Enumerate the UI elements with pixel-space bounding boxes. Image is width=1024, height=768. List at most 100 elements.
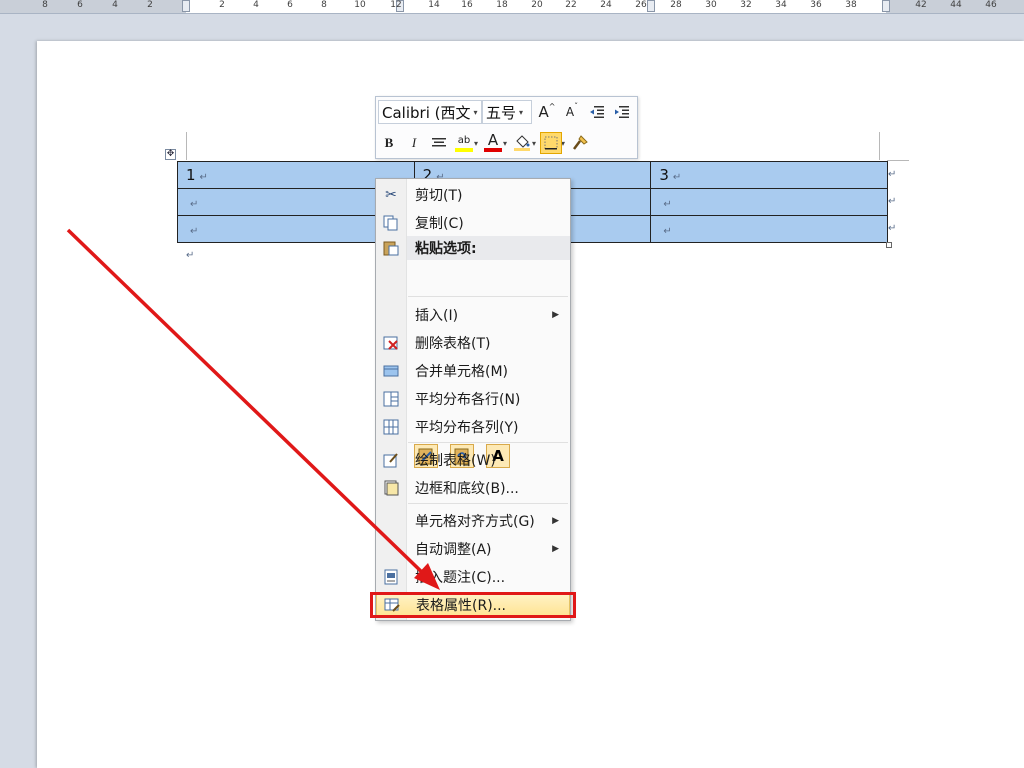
menu-item-insert-caption[interactable]: 插入题注(C)...: [376, 564, 570, 590]
menu-separator: [408, 503, 568, 504]
ruler-label: 24: [600, 0, 612, 10]
left-indent-marker[interactable]: [182, 0, 190, 12]
menu-item-merge-cells[interactable]: 合并单元格(M): [376, 358, 570, 384]
draw-table-icon: [383, 452, 399, 468]
ruler-label: 34: [775, 0, 787, 10]
ruler-label: 46: [985, 0, 997, 10]
menu-item-label: 自动调整(A): [415, 542, 492, 558]
menu-separator: [408, 296, 568, 297]
distribute-rows-icon: [383, 391, 399, 407]
format-painter-icon: [573, 135, 588, 150]
increase-indent-button[interactable]: [611, 101, 633, 123]
menu-item-label: 粘贴选项:: [415, 241, 477, 257]
shrink-font-icon: A: [565, 105, 575, 119]
caption-icon: [383, 569, 399, 585]
cell-end-mark: ↵: [190, 199, 199, 210]
menu-item-autofit[interactable]: 自动调整(A) ▶: [376, 536, 570, 562]
menu-item-label: 绘制表格(W): [415, 453, 496, 469]
font-color-bar: [484, 148, 503, 152]
crop-mark: [887, 160, 909, 161]
shrink-font-button[interactable]: Aˇ: [561, 101, 583, 123]
bold-button[interactable]: B: [378, 132, 400, 154]
right-indent-marker[interactable]: [882, 0, 890, 12]
cell-end-mark: ↵: [199, 172, 208, 183]
borders-icon: [544, 136, 558, 150]
ruler-label: 26: [635, 0, 647, 10]
menu-item-copy[interactable]: 复制(C): [376, 210, 570, 236]
ruler-label: 14: [428, 0, 440, 10]
borders-button[interactable]: [540, 132, 563, 154]
menu-item-cut[interactable]: ✂ 剪切(T): [376, 182, 570, 208]
row-end-mark: ↵: [888, 196, 897, 207]
table-cell[interactable]: ↵: [650, 188, 888, 216]
font-size-combobox[interactable]: 五号 ▾: [482, 100, 532, 124]
distribute-columns-icon: [383, 419, 399, 435]
ruler-label: 32: [740, 0, 752, 10]
font-name-value: Calibri (西文: [382, 103, 471, 122]
ruler-label: 12: [390, 0, 402, 10]
grow-font-button[interactable]: A ^: [536, 101, 558, 123]
menu-item-delete-table[interactable]: 删除表格(T): [376, 330, 570, 356]
font-name-combobox[interactable]: Calibri (西文 ▾: [378, 100, 482, 124]
paste-options-header: 粘贴选项:: [407, 236, 570, 260]
format-painter-button[interactable]: [569, 132, 591, 154]
bold-icon: B: [384, 135, 394, 150]
cell-text: 1: [186, 166, 196, 184]
highlight-color-bar: [455, 148, 473, 152]
cell-end-mark: ↵: [190, 226, 199, 237]
submenu-arrow-icon: ▶: [552, 310, 559, 320]
italic-icon: I: [411, 135, 417, 150]
ruler-label: 4: [253, 0, 259, 10]
menu-item-insert[interactable]: 插入(I) ▶: [376, 302, 570, 328]
shading-button[interactable]: [511, 132, 533, 154]
ruler-label: 18: [496, 0, 508, 10]
ruler-label: 8: [42, 0, 48, 10]
menu-item-draw-table[interactable]: 绘制表格(W): [376, 447, 570, 473]
menu-item-label: 删除表格(T): [415, 336, 491, 352]
column-marker[interactable]: [647, 0, 655, 12]
paste-icon: [383, 240, 399, 256]
menu-item-label: 边框和底纹(B)...: [415, 481, 519, 497]
cell-end-mark: ↵: [663, 199, 672, 210]
ruler-label: 22: [565, 0, 577, 10]
ruler-left-margin: [0, 0, 186, 13]
highlight-button[interactable]: ab: [453, 132, 475, 154]
ruler-label: 2: [219, 0, 225, 10]
chevron-down-icon: ▾: [519, 107, 524, 117]
context-menu[interactable]: ✂ 剪切(T) 复制(C) 粘贴选项: A 插入(I) ▶ 删除表格(T) 合并…: [375, 178, 571, 621]
decrease-indent-button[interactable]: [586, 101, 608, 123]
ruler-label: 10: [354, 0, 366, 10]
menu-item-cell-alignment[interactable]: 单元格对齐方式(G) ▶: [376, 508, 570, 534]
cell-text: 3: [659, 166, 669, 184]
ruler-label: 30: [705, 0, 717, 10]
ruler-label: 28: [670, 0, 682, 10]
ruler-label: 6: [287, 0, 293, 10]
copy-icon: [383, 215, 399, 231]
menu-item-label: 剪切(T): [415, 188, 463, 204]
paragraph-mark: ↵: [186, 250, 195, 261]
font-color-button[interactable]: A: [482, 131, 504, 154]
ruler-label: 16: [461, 0, 473, 10]
table-cell[interactable]: 3 ↵: [650, 161, 888, 189]
center-align-button[interactable]: [428, 132, 450, 154]
table-move-handle[interactable]: ✥: [165, 149, 176, 160]
menu-item-distribute-rows[interactable]: 平均分布各行(N): [376, 386, 570, 412]
cell-end-mark: ↵: [672, 172, 682, 183]
menu-item-label: 平均分布各行(N): [415, 392, 521, 408]
menu-item-borders-shading[interactable]: 边框和底纹(B)...: [376, 475, 570, 501]
horizontal-ruler[interactable]: 8 6 4 2 2 4 6 8 10 12 14 16 18 20 22 24 …: [0, 0, 1024, 14]
table-cell[interactable]: ↵: [650, 215, 888, 243]
borders-icon: [383, 480, 399, 496]
menu-item-distribute-columns[interactable]: 平均分布各列(Y): [376, 414, 570, 440]
cell-end-mark: ↵: [663, 226, 672, 237]
row-end-mark: ↵: [888, 223, 897, 234]
submenu-arrow-icon: ▶: [552, 544, 559, 554]
italic-button[interactable]: I: [403, 132, 425, 154]
ruler-label: 36: [810, 0, 822, 10]
submenu-arrow-icon: ▶: [552, 516, 559, 526]
table-resize-handle[interactable]: [886, 242, 892, 248]
ruler-label: 42: [915, 0, 927, 10]
menu-item-label: 单元格对齐方式(G): [415, 514, 535, 530]
font-color-icon: A: [487, 131, 499, 149]
mini-toolbar[interactable]: Calibri (西文 ▾ 五号 ▾ A ^ Aˇ B I ab ▾ A ▾ ▾…: [375, 96, 638, 159]
